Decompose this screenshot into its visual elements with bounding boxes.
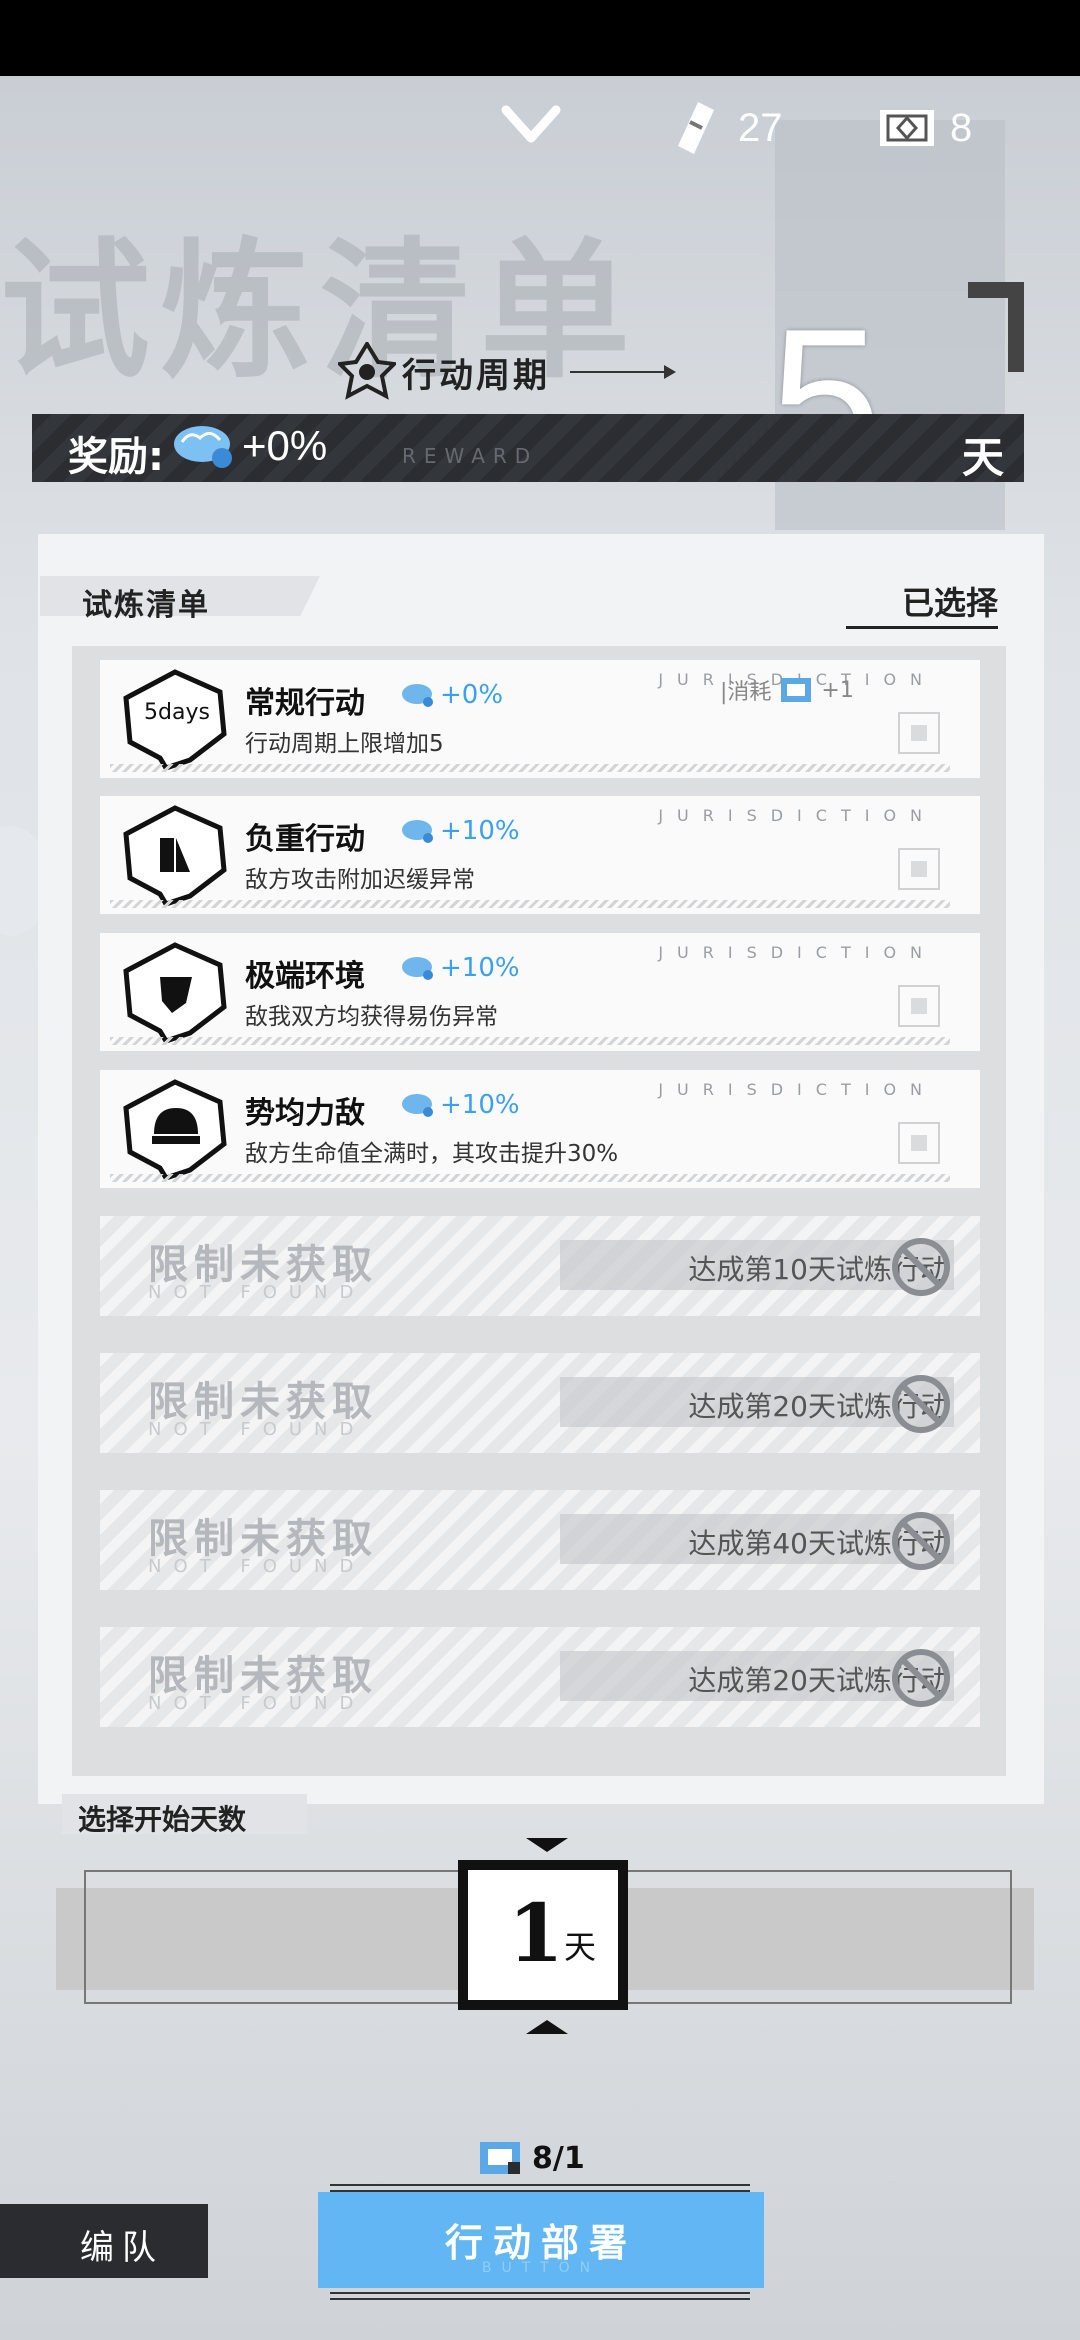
card-checkbox[interactable] [898, 985, 940, 1027]
selected-tab[interactable]: 已选择 [846, 578, 998, 629]
trial-card-heavy[interactable]: 负重行动 +10% 敌方攻击附加迟缓异常 JURISDICTION [100, 796, 980, 914]
brain-icon [402, 820, 433, 843]
cycle-days-unit: 天 [961, 433, 1004, 482]
reward-sub: REWARD [402, 444, 539, 468]
deploy-button-label: 行动部署 [444, 2221, 637, 2265]
triangle-down-icon[interactable] [526, 1838, 568, 1852]
trial-card-regular[interactable]: 5days 常规行动 +0% 行动周期上限增加5 JURISDICTION |消… [100, 660, 980, 778]
team-button-label: 编队 [80, 2228, 164, 2268]
brain-icon [402, 957, 433, 980]
forbidden-icon [892, 1375, 950, 1433]
locked-sub: NOT FOUND [148, 1556, 366, 1577]
reward-bar: 奖励: +0% REWARD 天 [32, 414, 1024, 482]
start-day-value: 1 [508, 1886, 564, 1980]
helmet-icon [123, 1079, 227, 1182]
locked-sub: NOT FOUND [148, 1419, 366, 1440]
locked-item: 限制未获取 NOT FOUND 达成第40天试炼行动 [100, 1490, 980, 1590]
day-selector-box[interactable]: 1 天 [458, 1860, 628, 2010]
start-day-unit: 天 [564, 1928, 597, 1966]
triangle-up-icon[interactable] [526, 2020, 568, 2034]
cycle-label-text: 行动周期 [402, 355, 550, 396]
card-jurisdiction: JURISDICTION [658, 806, 936, 825]
reward-value: +0% [242, 422, 328, 469]
deploy-cost-value: 8/1 [532, 2140, 585, 2176]
card-stripe [110, 764, 950, 772]
cycle-arrow [570, 365, 676, 379]
card-name: 极端环境 [245, 959, 365, 994]
card-stripe [110, 1037, 950, 1045]
cycle-emblem-icon [338, 342, 396, 400]
card-checkbox[interactable] [898, 848, 940, 890]
card-name: 常规行动 [245, 686, 365, 721]
card-cost-label: |消耗 [720, 680, 772, 705]
ticket-icon [480, 2142, 520, 2174]
card-desc: 行动周期上限增加5 [245, 731, 444, 757]
deploy-rail-top [330, 2184, 750, 2192]
card-bonus-value: +10% [440, 1090, 520, 1120]
deploy-button-sub: BUTTON [481, 2260, 601, 2276]
forbidden-icon [892, 1512, 950, 1570]
shield-icon [123, 942, 227, 1045]
brain-icon [402, 684, 433, 707]
ticket-icon [781, 678, 812, 702]
ticket-count: 8 [950, 106, 973, 150]
card-desc: 敌我双方均获得易伤异常 [245, 1004, 498, 1030]
reward-label: 奖励: [68, 434, 164, 480]
locked-item: 限制未获取 NOT FOUND 达成第10天试炼行动 [100, 1216, 980, 1316]
locked-sub: NOT FOUND [148, 1282, 366, 1303]
forbidden-icon [892, 1238, 950, 1296]
emblem-label: 5days [144, 700, 210, 725]
card-bonus: +10% [400, 953, 520, 983]
card-name: 负重行动 [245, 822, 365, 857]
locked-sub: NOT FOUND [148, 1693, 366, 1714]
card-stripe [110, 900, 950, 908]
card-bonus-value: +10% [440, 816, 520, 846]
card-bonus: +10% [400, 1090, 520, 1120]
card-desc: 敌方生命值全满时，其攻击提升30% [245, 1141, 619, 1167]
card-checkbox[interactable] [898, 1122, 940, 1164]
card-name: 势均力敌 [245, 1096, 365, 1131]
card-checkbox[interactable] [898, 712, 940, 754]
forbidden-icon [892, 1649, 950, 1707]
locked-item: 限制未获取 NOT FOUND 达成第20天试炼行动 [100, 1627, 980, 1727]
stamina-icon [678, 102, 714, 154]
deploy-rail-bottom [330, 2292, 750, 2300]
status-bar [0, 0, 1080, 76]
card-bonus-value: +0% [440, 680, 504, 710]
card-bonus-value: +10% [440, 953, 520, 983]
trial-card-balanced[interactable]: 势均力敌 +10% 敌方生命值全满时，其攻击提升30% JURISDICTION [100, 1070, 980, 1188]
card-jurisdiction: JURISDICTION [658, 1080, 936, 1099]
chevron-down-icon[interactable] [500, 102, 562, 148]
card-jurisdiction: JURISDICTION [658, 943, 936, 962]
locked-item: 限制未获取 NOT FOUND 达成第20天试炼行动 [100, 1353, 980, 1453]
card-stripe [110, 1174, 950, 1182]
stamina-count: 27 [738, 106, 783, 150]
corner-bracket [968, 282, 1024, 372]
deploy-cost: 8/1 [478, 2140, 585, 2176]
team-button[interactable]: 编队 [0, 2204, 208, 2278]
card-cost: |消耗 +1 [720, 674, 854, 706]
trial-card-extreme[interactable]: 极端环境 +10% 敌我双方均获得易伤异常 JURISDICTION [100, 933, 980, 1051]
weight-icon [123, 805, 227, 908]
card-bonus: +10% [400, 816, 520, 846]
brain-icon [402, 1094, 433, 1117]
cycle-label: 行动周期 [338, 342, 676, 402]
card-desc: 敌方攻击附加迟缓异常 [245, 867, 475, 893]
brain-icon [174, 426, 232, 468]
card-bonus: +0% [400, 680, 503, 710]
start-day-title: 选择开始天数 [78, 1803, 247, 1836]
deploy-button[interactable]: 行动部署 BUTTON [318, 2192, 764, 2288]
ticket-icon [880, 110, 934, 146]
card-cost-value: +1 [821, 677, 854, 703]
section-title: 试炼清单 [82, 588, 210, 623]
